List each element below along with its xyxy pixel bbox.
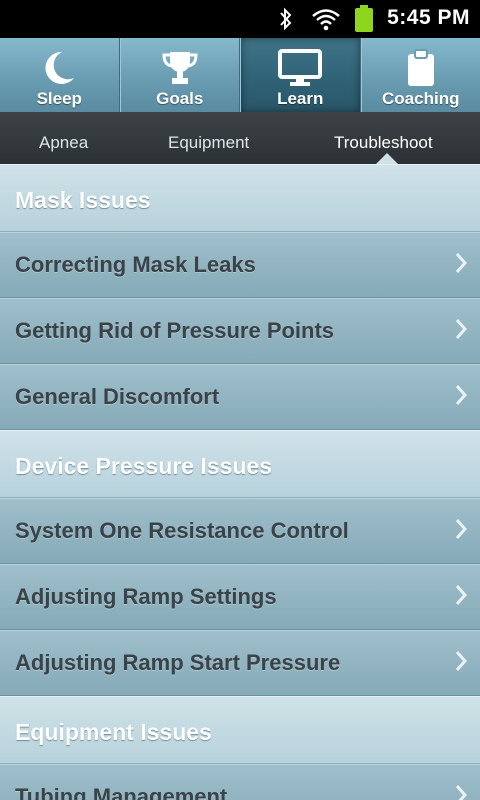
section-header-device-pressure-issues: Device Pressure Issues — [0, 430, 480, 498]
chevron-right-icon — [455, 651, 468, 671]
list-item[interactable]: Correcting Mask Leaks — [0, 232, 480, 298]
chevron-right-icon — [455, 585, 468, 605]
active-subtab-pointer-icon — [376, 153, 398, 164]
trophy-icon — [161, 48, 199, 93]
monitor-icon — [278, 48, 323, 93]
tab-label: Sleep — [36, 89, 82, 108]
section-header-mask-issues: Mask Issues — [0, 164, 480, 232]
tab-label: Coaching — [382, 89, 460, 108]
tab-coaching[interactable]: Coaching — [360, 38, 480, 112]
list-item-label: Adjusting Ramp Start Pressure — [15, 650, 341, 675]
list-item-label: General Discomfort — [15, 384, 220, 409]
clipboard-icon — [405, 48, 437, 93]
list-item[interactable]: Getting Rid of Pressure Points — [0, 298, 480, 364]
sub-tab-bar: Apnea Equipment Troubleshoot — [0, 112, 480, 164]
list-item[interactable]: Tubing Management — [0, 764, 480, 800]
chevron-right-icon — [455, 385, 468, 405]
tab-sleep[interactable]: Sleep — [0, 38, 120, 112]
moon-icon — [42, 48, 76, 93]
chevron-right-icon — [455, 519, 468, 539]
list-item-label: Tubing Management — [15, 784, 228, 800]
subtab-troubleshoot[interactable]: Troubleshoot — [334, 133, 433, 153]
list-item-label: System One Resistance Control — [15, 518, 349, 543]
chevron-right-icon — [455, 253, 468, 273]
tab-learn[interactable]: Learn — [240, 38, 361, 112]
tab-goals[interactable]: Goals — [119, 38, 240, 112]
tab-label: Learn — [277, 89, 324, 108]
list-item[interactable]: Adjusting Ramp Start Pressure — [0, 630, 480, 696]
list-item[interactable]: General Discomfort — [0, 364, 480, 430]
chevron-right-icon — [455, 785, 468, 800]
list-item-label: Correcting Mask Leaks — [15, 252, 256, 277]
subtab-apnea[interactable]: Apnea — [39, 133, 88, 153]
status-bar: 5:45 PM — [0, 0, 480, 38]
troubleshoot-list: Mask Issues Correcting Mask Leaks Gettin… — [0, 164, 480, 800]
list-item-label: Adjusting Ramp Settings — [15, 584, 277, 609]
list-item[interactable]: Adjusting Ramp Settings — [0, 564, 480, 630]
tab-label: Goals — [156, 89, 204, 108]
clock: 5:45 PM — [387, 6, 470, 29]
list-item-label: Getting Rid of Pressure Points — [15, 318, 335, 343]
subtab-equipment[interactable]: Equipment — [168, 133, 249, 153]
battery-icon — [354, 5, 374, 38]
bluetooth-icon — [278, 7, 294, 36]
section-header-equipment-issues: Equipment Issues — [0, 696, 480, 764]
main-tab-bar: Sleep Goals Learn Coaching — [0, 38, 480, 112]
chevron-right-icon — [455, 319, 468, 339]
list-item[interactable]: System One Resistance Control — [0, 498, 480, 564]
wifi-icon — [311, 7, 341, 36]
